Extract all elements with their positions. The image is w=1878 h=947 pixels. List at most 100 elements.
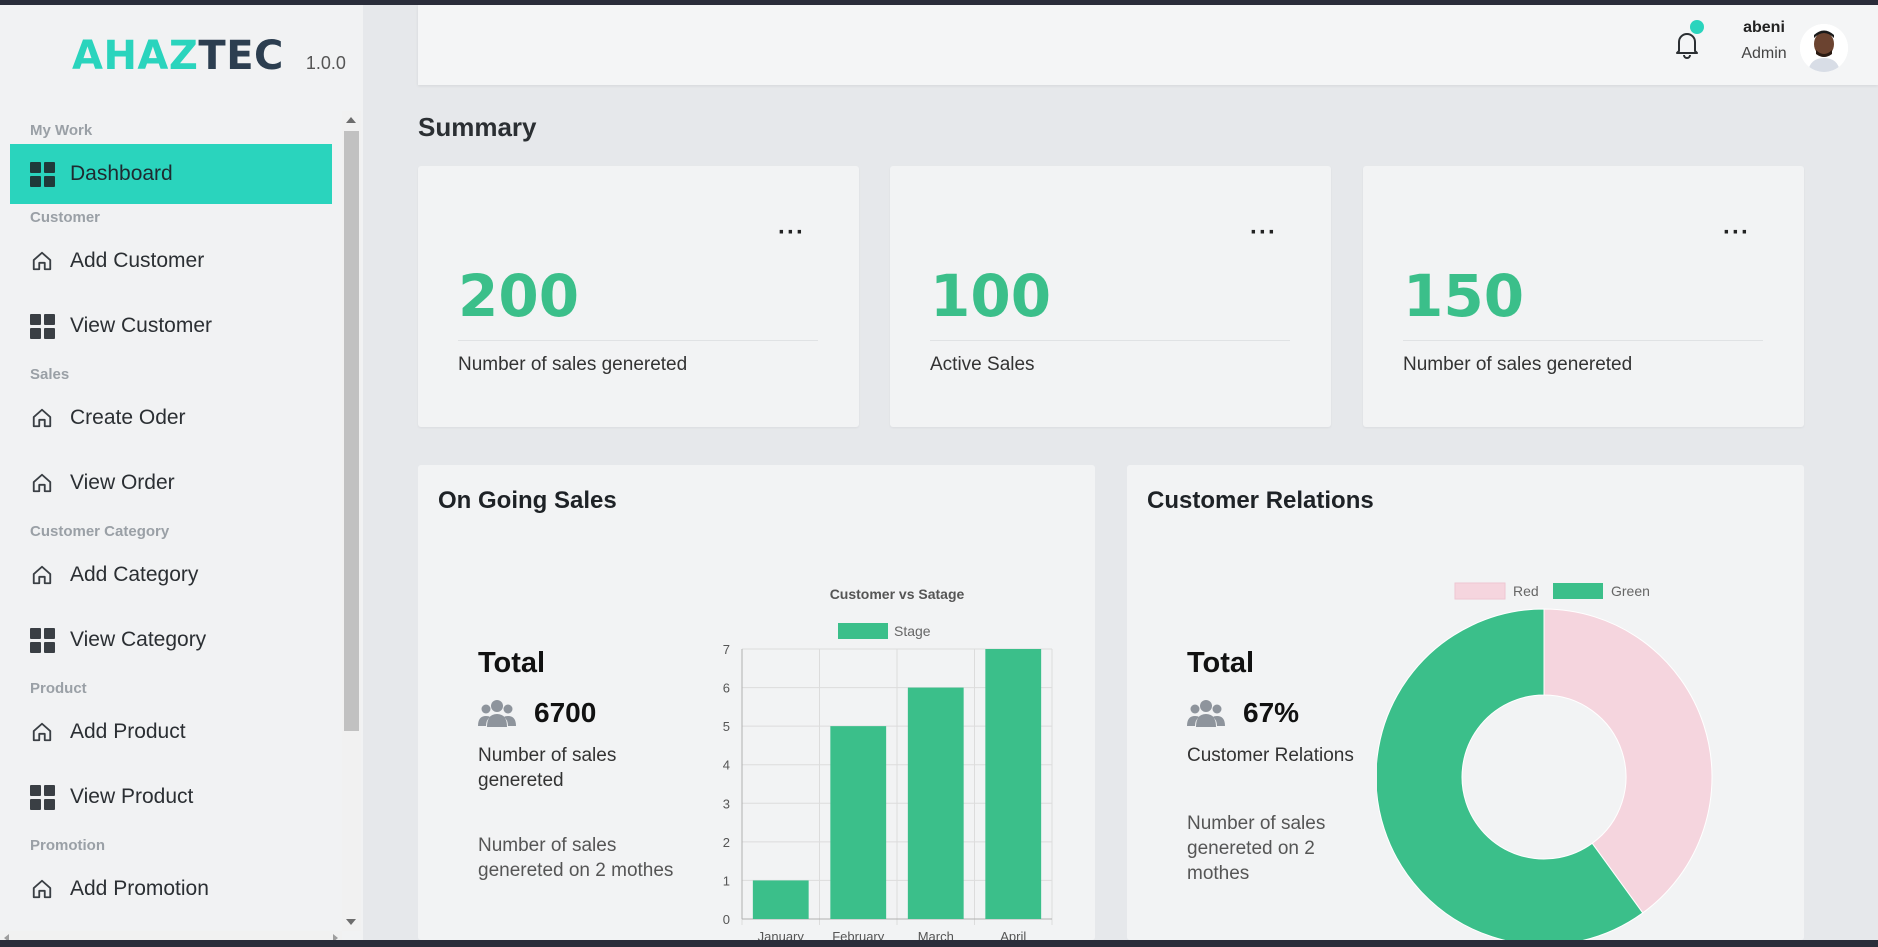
- brand[interactable]: AHAZTEC 1.0.0: [72, 33, 346, 79]
- sidebar-item-label: Add Customer: [70, 249, 205, 272]
- bar: [752, 880, 809, 919]
- users-icon: [1187, 700, 1225, 727]
- home-icon: [29, 562, 55, 588]
- sidebar-item-add-promotion[interactable]: Add Promotion: [10, 859, 332, 919]
- total-description: Number of sales genereted: [478, 745, 617, 791]
- y-tick-label: 0: [723, 912, 730, 927]
- home-icon: [29, 876, 55, 902]
- scroll-up-arrow-icon[interactable]: [346, 117, 356, 123]
- x-tick-label: April: [1000, 929, 1026, 940]
- section-product: Product: [30, 680, 87, 697]
- sidebar: AHAZTEC 1.0.0 My Work Dashboard Customer…: [0, 5, 363, 940]
- y-tick-label: 4: [723, 758, 730, 773]
- bottom-edge: [0, 940, 1878, 947]
- card-label: Number of sales genereted: [1403, 354, 1633, 375]
- dashboard-icon: [29, 161, 55, 187]
- summary-title: Summary: [418, 112, 537, 142]
- x-tick-label: February: [832, 929, 885, 940]
- sidebar-item-add-category[interactable]: Add Category: [10, 545, 332, 605]
- section-customer: Customer: [30, 209, 101, 226]
- card-value: 100: [930, 262, 1052, 330]
- ongoing-sales-panel: On Going Sales Total 6700 Number of sale…: [418, 465, 1095, 940]
- total-label: Total: [478, 647, 546, 679]
- chart-title: Customer vs Satage: [830, 586, 965, 602]
- card-value: 200: [458, 262, 580, 330]
- y-tick-label: 7: [723, 642, 730, 657]
- sidebar-item-view-category[interactable]: View Category: [10, 605, 332, 675]
- legend-label: Red: [1513, 583, 1539, 599]
- x-tick-label: January: [758, 929, 805, 940]
- panel-title: On Going Sales: [438, 487, 617, 514]
- sidebar-item-label: View Customer: [70, 314, 212, 337]
- bar: [907, 687, 964, 919]
- brand-logo[interactable]: AHAZTEC: [72, 33, 284, 79]
- grid-icon: [29, 627, 55, 653]
- sidebar-item-label: Add Promotion: [70, 877, 209, 900]
- summary-card-2: ··· 100 Active Sales: [890, 166, 1331, 427]
- home-icon: [29, 405, 55, 431]
- bar: [985, 649, 1042, 919]
- card-divider: [458, 340, 818, 341]
- card-menu-icon[interactable]: ···: [1250, 221, 1277, 245]
- sidebar-scrollbar[interactable]: [342, 111, 361, 931]
- section-customer-category: Customer Category: [30, 523, 170, 540]
- app-version: 1.0.0: [305, 53, 346, 73]
- card-value: 150: [1403, 262, 1525, 330]
- legend-swatch: [1553, 583, 1603, 599]
- x-tick-label: March: [918, 929, 954, 940]
- card-divider: [930, 340, 1290, 341]
- sidebar-item-add-customer[interactable]: Add Customer: [10, 231, 332, 291]
- sidebar-item-label: Create Oder: [70, 406, 186, 429]
- sidebar-item-view-product[interactable]: View Product: [10, 762, 332, 832]
- y-tick-label: 3: [723, 796, 730, 811]
- sidebar-item-view-customer[interactable]: View Customer: [10, 291, 332, 361]
- card-divider: [1403, 340, 1763, 341]
- total-value: 67%: [1243, 697, 1300, 728]
- section-sales: Sales: [30, 366, 70, 383]
- total-row: 6700: [478, 697, 596, 729]
- doughnut-chart: Red Green: [1377, 582, 1713, 940]
- sidebar-item-dashboard[interactable]: Dashboard: [10, 144, 332, 204]
- sidebar-item-label: Add Category: [70, 563, 199, 586]
- sidebar-item-create-oder[interactable]: Create Oder: [10, 388, 332, 448]
- period-description: Number of sales genereted on 2 mothes: [478, 835, 674, 881]
- section-promotion: Promotion: [30, 837, 105, 854]
- y-tick-label: 1: [723, 873, 730, 888]
- total-value: 6700: [534, 697, 597, 728]
- brand-logo-part2: TEC: [198, 33, 284, 79]
- y-tick-label: 6: [723, 681, 730, 696]
- summary-card-1: ··· 200 Number of sales genereted: [418, 166, 859, 427]
- y-tick-label: 2: [723, 835, 730, 850]
- bar-chart: Customer vs Satage Stage 0 1 2 3 4 5 6 7 January Fe…: [723, 586, 1053, 940]
- card-menu-icon[interactable]: ···: [778, 221, 805, 245]
- card-label: Active Sales: [930, 354, 1035, 375]
- sidebar-item-label: Dashboard: [70, 162, 173, 185]
- sidebar-item-label: Add Product: [70, 720, 186, 743]
- legend-swatch: [1454, 582, 1506, 600]
- sidebar-nav: My Work Dashboard Customer Add Customer …: [10, 117, 332, 919]
- y-tick-label: 5: [723, 719, 730, 734]
- sidebar-item-label: View Order: [70, 471, 175, 494]
- bar: [830, 726, 887, 919]
- legend-label: Green: [1611, 583, 1650, 599]
- scroll-down-arrow-icon[interactable]: [346, 919, 356, 925]
- customer-relations-panel: Customer Relations Total 67% Customer Re…: [1127, 465, 1804, 940]
- legend-label: Stage: [894, 623, 931, 639]
- home-icon: [29, 248, 55, 274]
- summary-card-3: ··· 150 Number of sales genereted: [1363, 166, 1804, 427]
- total-row: 67%: [1187, 697, 1299, 729]
- sidebar-horizontal-scrollbar[interactable]: [0, 931, 342, 940]
- brand-logo-part1: AHAZ: [72, 33, 199, 79]
- avatar[interactable]: [1800, 24, 1848, 72]
- scrollbar-thumb[interactable]: [344, 131, 359, 731]
- users-icon: [478, 700, 516, 727]
- card-menu-icon[interactable]: ···: [1723, 221, 1750, 245]
- notification-badge: [1690, 20, 1704, 34]
- total-label: Total: [1187, 647, 1255, 679]
- user-name[interactable]: abeni: [1732, 19, 1796, 37]
- grid-icon: [29, 313, 55, 339]
- period-description: Number of sales genereted on 2 mothes: [1187, 813, 1326, 884]
- sidebar-item-view-order[interactable]: View Order: [10, 448, 332, 518]
- home-icon: [29, 470, 55, 496]
- sidebar-item-add-product[interactable]: Add Product: [10, 702, 332, 762]
